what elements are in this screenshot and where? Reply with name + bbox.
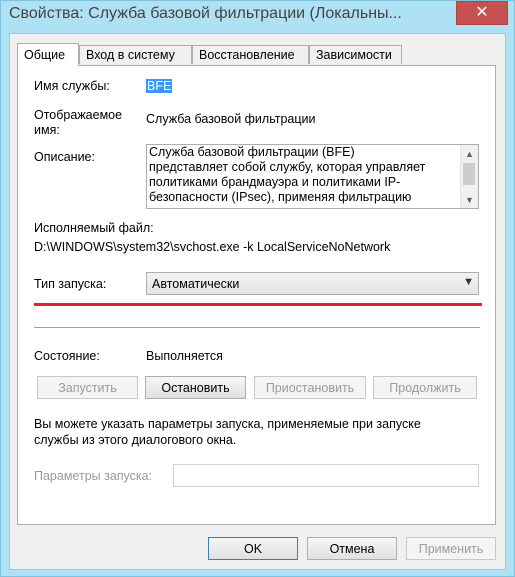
cancel-button[interactable]: Отмена [307,537,397,560]
executable-label: Исполняемый файл: [34,221,154,235]
description-line: безопасности (IPsec), применяя фильтраци… [149,190,412,204]
apply-button[interactable]: Применить [406,537,496,560]
scroll-up-arrow-icon[interactable]: ▲ [461,145,478,162]
tab-recovery[interactable]: Восстановление [192,45,309,64]
separator [34,327,480,329]
display-name-value: Служба базовой фильтрации [146,112,316,126]
description-label: Описание: [34,150,95,164]
resume-button[interactable]: Продолжить [373,376,477,399]
status-value: Выполняется [146,349,223,363]
description-box[interactable]: Служба базовой фильтрации (BFE) представ… [146,144,479,209]
scroll-down-arrow-icon[interactable]: ▼ [461,191,478,208]
hint-text-line2: службы из этого диалогового окна. [34,433,237,447]
service-name-selected-text[interactable]: BFE [146,79,173,93]
window-title: Свойства: Служба базовой фильтрации (Лок… [9,5,402,22]
startup-type-select[interactable]: Автоматически ▼ [146,272,479,295]
scroll-thumb[interactable] [463,163,475,185]
tab-logon[interactable]: Вход в систему [79,45,192,64]
tab-dependencies[interactable]: Зависимости [309,45,402,64]
properties-window: Свойства: Служба базовой фильтрации (Лок… [0,0,515,577]
close-button[interactable]: ✕ [456,1,508,25]
tab-general[interactable]: Общие [17,43,79,66]
display-name-label-line1: Отображаемое [34,108,123,122]
start-params-input[interactable] [173,464,479,487]
start-button[interactable]: Запустить [37,376,138,399]
display-name-label-line2: имя: [34,123,60,137]
highlight-underline [34,303,482,306]
startup-type-value: Автоматически [152,277,240,291]
description-scrollbar[interactable]: ▲ ▼ [460,145,478,208]
service-name-label: Имя службы: [34,79,110,93]
pause-button[interactable]: Приостановить [254,376,366,399]
description-line: политиками брандмауэра и политиками IP- [149,175,401,189]
description-line: Служба базовой фильтрации (BFE) [149,145,355,159]
description-text: Служба базовой фильтрации (BFE) представ… [149,145,455,205]
ok-button[interactable]: OK [208,537,298,560]
hint-text-line1: Вы можете указать параметры запуска, при… [34,417,421,431]
status-label: Состояние: [34,349,100,363]
startup-type-label: Тип запуска: [34,277,107,291]
chevron-down-icon: ▼ [463,276,474,288]
dialog-client-area: Общие Вход в систему Восстановление Зави… [9,33,506,570]
title-bar[interactable]: Свойства: Служба базовой фильтрации (Лок… [1,1,514,31]
description-line: представляет собой службу, которая управ… [149,160,426,174]
stop-button[interactable]: Остановить [145,376,246,399]
service-name-value[interactable]: BFE [146,79,173,93]
start-params-label: Параметры запуска: [34,469,153,483]
general-tab-panel: Имя службы: BFE Отображаемое имя: Служба… [17,65,496,525]
close-icon: ✕ [475,4,489,21]
executable-path: D:\WINDOWS\system32\svchost.exe -k Local… [34,240,391,254]
